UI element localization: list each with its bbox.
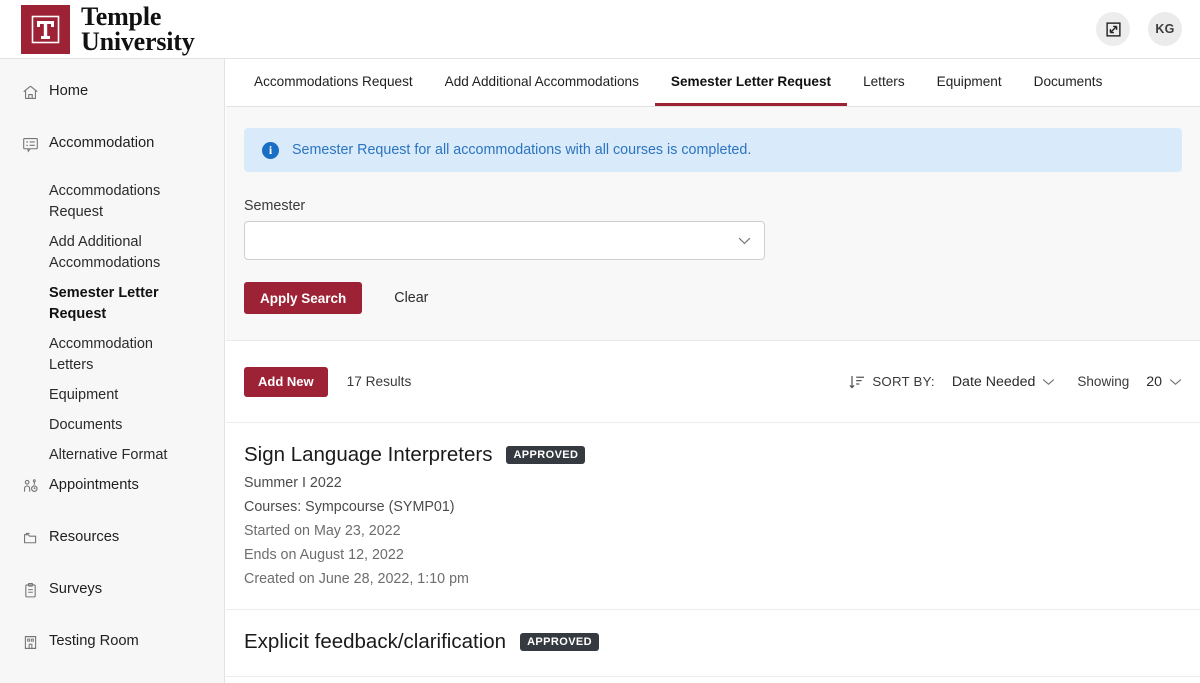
- semester-select[interactable]: [244, 221, 765, 260]
- tab-label: Add Additional Accommodations: [444, 73, 639, 89]
- folder-icon: [20, 528, 40, 548]
- tab-semester-letter-request[interactable]: Semester Letter Request: [654, 59, 848, 106]
- chevron-down-icon: [738, 237, 751, 244]
- tab-label: Accommodations Request: [254, 73, 413, 89]
- content-tabs: Accommodations Request Add Additional Ac…: [226, 59, 1200, 107]
- brand-line-2: University: [81, 27, 195, 56]
- sidebar-item-label: Home: [49, 83, 89, 99]
- showing-count-dropdown[interactable]: 20: [1146, 374, 1182, 390]
- sidebar-item-label: Testing Room: [49, 633, 139, 649]
- status-badge: APPROVED: [520, 633, 600, 651]
- info-alert: i Semester Request for all accommodation…: [244, 128, 1182, 172]
- sidebar-item-documents[interactable]: Documents: [0, 415, 224, 436]
- showing-label: Showing: [1077, 374, 1130, 389]
- sidebar-item-label: Resources: [49, 529, 120, 545]
- brand-wordmark: Temple University: [81, 1, 195, 56]
- apply-search-button[interactable]: Apply Search: [244, 282, 363, 314]
- sidebar: Home Accommodation Accommodations Reques…: [0, 59, 225, 683]
- sidebar-item-testing-room[interactable]: Testing Room: [0, 631, 224, 667]
- sidebar-item-home[interactable]: Home: [0, 81, 224, 117]
- tab-documents[interactable]: Documents: [1018, 59, 1119, 106]
- sidebar-item-accommodations-request[interactable]: Accommodations Request: [0, 181, 224, 223]
- results-count: 17 Results: [346, 374, 412, 389]
- clear-button[interactable]: Clear: [394, 290, 428, 306]
- tab-label: Semester Letter Request: [670, 73, 832, 89]
- sidebar-item-semester-letter-request[interactable]: Semester Letter Request: [0, 283, 224, 325]
- table-row[interactable]: Sign Language Interpreters APPROVED Summ…: [226, 423, 1200, 610]
- chevron-down-icon: [1043, 378, 1055, 385]
- sidebar-item-accommodation[interactable]: Accommodation: [0, 133, 224, 169]
- result-header: Sign Language Interpreters APPROVED: [244, 443, 1182, 467]
- sidebar-sub-label: Equipment: [49, 387, 119, 403]
- info-circle-icon: i: [262, 141, 279, 159]
- sidebar-sub-label: Semester Letter Request: [49, 285, 159, 322]
- sidebar-item-label: Accommodation: [49, 135, 155, 151]
- home-icon: [20, 82, 40, 102]
- sort-by-dropdown[interactable]: Date Needed: [952, 374, 1056, 390]
- search-actions: Apply Search Clear: [244, 282, 1182, 314]
- result-created: Created on June 28, 2022, 1:10 pm: [244, 571, 469, 587]
- sidebar-item-alternative-format[interactable]: Alternative Format: [0, 445, 224, 466]
- brand-line-1: Temple: [81, 1, 162, 31]
- chevron-down-icon: [1169, 378, 1182, 385]
- tab-equipment[interactable]: Equipment: [921, 59, 1018, 106]
- sidebar-sub-label: Accommodation Letters: [49, 336, 153, 373]
- toolbar-right-group: SORT BY: Date Needed Showing 20: [849, 374, 1182, 390]
- avatar[interactable]: KG: [1148, 12, 1182, 46]
- app-header: Temple University KG: [0, 0, 1200, 59]
- semester-label: Semester: [244, 198, 306, 214]
- status-badge: APPROVED: [506, 446, 586, 464]
- info-alert-text: Semester Request for all accommodations …: [292, 142, 752, 158]
- tab-letters[interactable]: Letters: [847, 59, 921, 106]
- tab-accommodations-request[interactable]: Accommodations Request: [238, 59, 429, 106]
- result-ends: Ends on August 12, 2022: [244, 547, 404, 563]
- tab-label: Equipment: [936, 73, 1002, 89]
- sidebar-item-appointments[interactable]: Appointments: [0, 475, 224, 511]
- sidebar-item-label: Appointments: [49, 477, 139, 493]
- results-toolbar: Add New 17 Results SORT BY: Date Needed …: [226, 341, 1200, 423]
- sidebar-sub-label: Alternative Format: [49, 447, 168, 463]
- clipboard-icon: [20, 580, 40, 600]
- sidebar-item-label: Surveys: [49, 581, 103, 597]
- result-title[interactable]: Sign Language Interpreters: [244, 443, 492, 467]
- sidebar-sub-label: Add Additional Accommodations: [49, 234, 161, 271]
- result-courses: Courses: Sympcourse (SYMP01): [244, 499, 455, 515]
- tab-label: Letters: [863, 73, 905, 89]
- sort-by-value: Date Needed: [951, 373, 1036, 390]
- header-actions: KG: [1096, 12, 1182, 46]
- tab-add-additional-accommodations[interactable]: Add Additional Accommodations: [429, 59, 655, 106]
- result-started: Started on May 23, 2022: [244, 523, 401, 539]
- search-panel: i Semester Request for all accommodation…: [226, 107, 1200, 341]
- sort-descending-icon: [849, 375, 865, 389]
- sidebar-sub-label: Documents: [49, 417, 123, 433]
- person-clock-icon: [20, 476, 40, 496]
- result-semester: Summer I 2022: [244, 475, 342, 491]
- table-row[interactable]: Explicit feedback/clarification APPROVED: [226, 610, 1200, 677]
- building-icon: [20, 632, 40, 652]
- sidebar-sub-label: Accommodations Request: [49, 183, 161, 220]
- main-content: Accommodations Request Add Additional Ac…: [226, 59, 1200, 683]
- sidebar-item-accommodation-letters[interactable]: Accommodation Letters: [0, 334, 224, 376]
- sort-by-label: SORT BY:: [872, 374, 935, 389]
- temple-t-logo-icon: [21, 4, 70, 54]
- list-box-icon: [20, 134, 40, 154]
- brand-logo[interactable]: Temple University: [21, 1, 195, 56]
- showing-count-value: 20: [1146, 373, 1162, 390]
- sidebar-item-add-additional-accommodations[interactable]: Add Additional Accommodations: [0, 232, 224, 274]
- sidebar-item-surveys[interactable]: Surveys: [0, 579, 224, 615]
- tab-label: Documents: [1033, 73, 1103, 89]
- result-title[interactable]: Explicit feedback/clarification: [244, 630, 506, 654]
- sidebar-item-resources[interactable]: Resources: [0, 527, 224, 563]
- expand-arrows-icon-button[interactable]: [1096, 12, 1130, 46]
- add-new-button[interactable]: Add New: [244, 366, 328, 397]
- sidebar-item-equipment[interactable]: Equipment: [0, 385, 224, 406]
- expand-arrows-icon: [1105, 21, 1121, 37]
- result-header: Explicit feedback/clarification APPROVED: [244, 630, 1182, 654]
